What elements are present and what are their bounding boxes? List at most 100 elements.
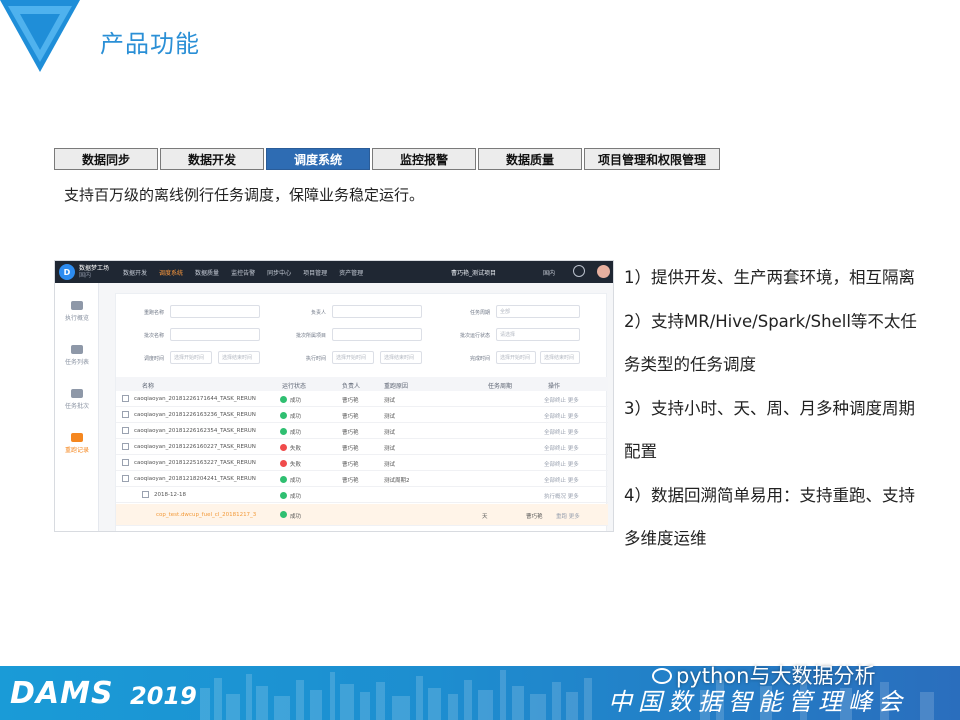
exec-time-from[interactable]: 选择开始时间 [332, 351, 374, 364]
row-reason: 测试 [384, 462, 396, 468]
schedule-time-to[interactable]: 选择结束时间 [218, 351, 260, 364]
avatar[interactable] [597, 265, 610, 278]
expand-icon[interactable] [122, 411, 129, 418]
row-actions[interactable]: 全部终止 更多 [544, 412, 579, 420]
status-dot [280, 476, 287, 483]
row-actions[interactable]: 全部终止 更多 [544, 396, 579, 404]
exec-time-to[interactable]: 选择结束时间 [380, 351, 422, 364]
scheduler-screenshot: D 数据梦工场 国内 数据开发 调度系统 数据质量 监控告警 同步中心 项目管理… [54, 260, 614, 532]
expand-icon[interactable] [122, 395, 129, 402]
nav-item[interactable]: 项目管理 [303, 268, 327, 277]
sidebar-item-rerun-records[interactable]: 重跑记录 [55, 433, 99, 454]
schedule-time-from[interactable]: 选择开始时间 [170, 351, 212, 364]
finish-time-to[interactable]: 选择结束时间 [540, 351, 580, 364]
region-selector[interactable]: 国内 [543, 268, 555, 277]
collapse-icon[interactable] [122, 475, 129, 482]
row-period: 天 [482, 514, 488, 520]
table-row[interactable]: caoqiaoyan_20181218204241_TASK_RERUN 成功 … [116, 471, 608, 487]
sidebar-item-batches[interactable]: 任务批次 [55, 389, 99, 410]
row-date: 2018-12-18 [154, 492, 186, 498]
row-name: caoqiaoyan_20181226163236_TASK_RERUN [134, 412, 256, 418]
wechat-icon [652, 668, 672, 684]
table-subrow-date[interactable]: 2018-12-18 成功 执行概况 更多 [116, 487, 608, 503]
tab-monitoring[interactable]: 监控报警 [372, 148, 476, 170]
row-owner: 曹巧艳 [342, 430, 359, 436]
filter-label: 任务周期 [469, 310, 490, 316]
nav-item[interactable]: 监控告警 [231, 268, 255, 277]
bullet-line: 多维度运维 [624, 529, 707, 548]
chart-icon [71, 301, 83, 310]
filter-label: 调度时间 [143, 356, 164, 362]
bullet-line: 配置 [624, 442, 657, 461]
row-reason: 测试周期2 [384, 478, 410, 484]
row-actions[interactable]: 全部终止 更多 [544, 428, 579, 436]
row-actions[interactable]: 执行概况 更多 [544, 492, 579, 500]
row-name: caoqiaoyan_20181226160227_TASK_RERUN [134, 444, 256, 450]
project-selector[interactable]: 曹巧艳_测试项目 [451, 268, 496, 277]
status-dot [280, 444, 287, 451]
nav-item[interactable]: 数据质量 [195, 268, 219, 277]
expand-icon[interactable] [122, 427, 129, 434]
row-owner: 曹巧艳 [342, 462, 359, 468]
filter-label: 重跑名称 [143, 310, 164, 316]
feature-tabs: 数据同步 数据开发 调度系统 监控报警 数据质量 项目管理和权限管理 [54, 148, 720, 170]
owner-input[interactable] [332, 305, 422, 318]
row-status: 成功 [290, 514, 302, 520]
row-owner: 曹巧艳 [526, 514, 543, 520]
table-header: 名称 运行状态 负责人 重跑原因 任务周期 操作 [116, 377, 608, 391]
batch-name-input[interactable] [170, 328, 260, 341]
table-row[interactable]: caoqiaoyan_20181226160227_TASK_RERUN 失败 … [116, 439, 608, 455]
tab-data-quality[interactable]: 数据质量 [478, 148, 582, 170]
collapse-icon[interactable] [142, 491, 149, 498]
status-dot [280, 511, 287, 518]
table-row[interactable]: caoqiaoyan_20181225163227_TASK_RERUN 失败 … [116, 455, 608, 471]
row-actions[interactable]: 全部终止 更多 [544, 460, 579, 468]
feature-bullets: 1）提供开发、生产两套环境，相互隔离 2）支持MR/Hive/Spark/She… [624, 256, 944, 561]
layers-icon [71, 389, 83, 398]
expand-icon[interactable] [122, 459, 129, 466]
table-row[interactable]: caoqiaoyan_20181226163236_TASK_RERUN 成功 … [116, 407, 608, 423]
app-logo-icon: D [59, 264, 75, 280]
sidebar-item-label: 重跑记录 [64, 447, 89, 454]
sidebar-item-task-list[interactable]: 任务列表 [55, 345, 99, 366]
column-header: 运行状态 [282, 383, 307, 390]
nav-item[interactable]: 同步中心 [267, 268, 291, 277]
row-task-name[interactable]: cop_test.dwcup_fuel_cl_20181217_3 [156, 512, 256, 518]
bullet-line: 务类型的任务调度 [624, 355, 756, 374]
row-reason: 测试 [384, 398, 396, 404]
row-owner: 曹巧艳 [342, 398, 359, 404]
batch-status-select[interactable]: 请选择 [496, 328, 580, 341]
list-icon [71, 345, 83, 354]
nav-item[interactable]: 资产管理 [339, 268, 363, 277]
expand-icon[interactable] [122, 443, 129, 450]
period-select[interactable]: 全部 [496, 305, 580, 318]
table-row-highlighted[interactable]: cop_test.dwcup_fuel_cl_20181217_3 成功 天 曹… [116, 504, 608, 526]
nav-item-active[interactable]: 调度系统 [159, 268, 183, 277]
row-status: 成功 [290, 398, 302, 404]
message-icon[interactable] [573, 265, 585, 277]
row-reason: 测试 [384, 414, 396, 420]
row-status: 成功 [290, 414, 302, 420]
tab-scheduling[interactable]: 调度系统 [266, 148, 370, 170]
app-nav: 数据开发 调度系统 数据质量 监控告警 同步中心 项目管理 资产管理 [123, 268, 363, 277]
row-actions[interactable]: 全部终止 更多 [544, 444, 579, 452]
batch-project-select[interactable] [332, 328, 422, 341]
table-row[interactable]: caoqiaoyan_20181226162354_TASK_RERUN 成功 … [116, 423, 608, 439]
row-owner: 曹巧艳 [342, 414, 359, 420]
table-row[interactable]: caoqiaoyan_20181226171644_TASK_RERUN 成功 … [116, 391, 608, 407]
tab-data-sync[interactable]: 数据同步 [54, 148, 158, 170]
filter-label: 批次所属项目 [295, 333, 326, 339]
row-actions[interactable]: 重跑 更多 [556, 512, 580, 520]
sidebar-item-overview[interactable]: 执行概览 [55, 301, 99, 322]
app-brand: 数据梦工场 [79, 265, 110, 272]
tab-data-dev[interactable]: 数据开发 [160, 148, 264, 170]
row-actions[interactable]: 全部终止 更多 [544, 476, 579, 484]
rerun-name-input[interactable] [170, 305, 260, 318]
sidebar-item-label: 任务列表 [64, 359, 89, 366]
app-topbar: D 数据梦工场 国内 数据开发 调度系统 数据质量 监控告警 同步中心 项目管理… [55, 261, 613, 283]
finish-time-from[interactable]: 选择开始时间 [496, 351, 536, 364]
nav-item[interactable]: 数据开发 [123, 268, 147, 277]
column-header: 操作 [548, 383, 561, 390]
row-reason: 测试 [384, 430, 396, 436]
tab-project-permission[interactable]: 项目管理和权限管理 [584, 148, 720, 170]
